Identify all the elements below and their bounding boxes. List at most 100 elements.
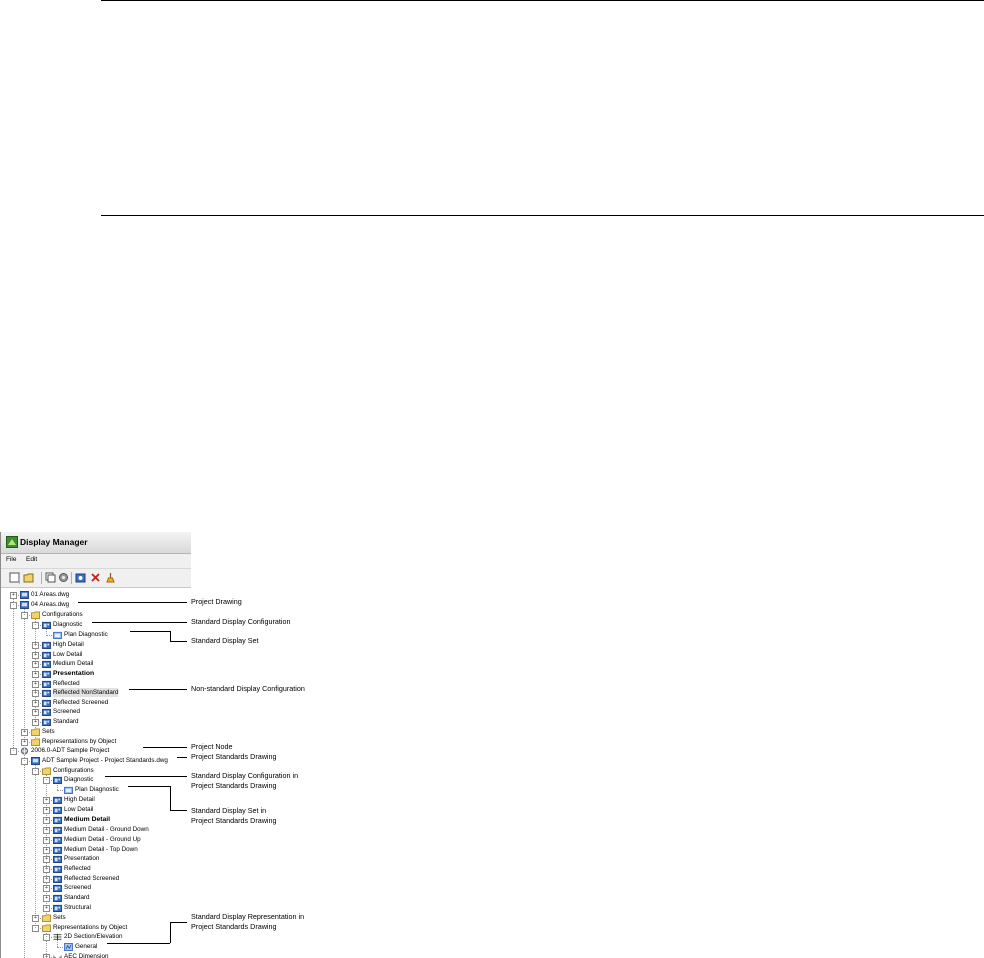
expand-icon[interactable]: +	[32, 690, 39, 697]
tree-node[interactable]: - ADT Sample Project - Project Standards.…	[1, 756, 191, 766]
project-icon	[20, 747, 29, 755]
config-icon	[53, 865, 62, 873]
expand-icon[interactable]: +	[43, 954, 50, 958]
tree-connector	[46, 635, 52, 636]
collapse-icon[interactable]: -	[21, 612, 28, 619]
expand-icon[interactable]: +	[32, 671, 39, 678]
expand-icon[interactable]: +	[32, 652, 39, 659]
tree-node[interactable]: + High Detail	[1, 640, 191, 650]
tree-node-label: Sets	[53, 914, 66, 921]
expand-icon[interactable]: +	[43, 797, 50, 804]
callout-leader	[177, 757, 187, 758]
expand-icon[interactable]: +	[32, 915, 39, 922]
tree-node-label: Screened	[53, 708, 80, 715]
config-icon	[53, 816, 62, 824]
tree-node-label: Diagnostic	[53, 621, 83, 628]
folder-icon	[31, 611, 40, 619]
expand-icon[interactable]: +	[43, 817, 50, 824]
tree-node[interactable]: + Standard	[1, 893, 191, 903]
tree-node[interactable]: + Screened	[1, 707, 191, 717]
tree-node-label: Standard	[53, 718, 79, 725]
set-icon	[64, 786, 73, 794]
tree-node-label: 2006.0-ADT Sample Project	[31, 747, 110, 754]
tree-node-label: Plan Diagnostic	[75, 786, 119, 793]
expand-icon[interactable]: +	[43, 837, 50, 844]
tree-node-label: Configurations	[53, 767, 94, 774]
tree-node[interactable]: - 2D Section/Elevation	[1, 932, 191, 942]
config-icon	[53, 846, 62, 854]
tree-node[interactable]: + Structural	[1, 903, 191, 913]
collapse-icon[interactable]: -	[10, 602, 17, 609]
tree-node[interactable]: + Medium Detail - Ground Down	[1, 825, 191, 835]
tree-node-label: AEC Dimension	[64, 953, 109, 958]
config-icon	[53, 904, 62, 912]
config-icon	[42, 651, 51, 659]
tree-node[interactable]: + High Detail	[1, 795, 191, 805]
tree-node[interactable]: + Medium Detail	[1, 659, 191, 669]
tree-node[interactable]: + Sets	[1, 727, 191, 737]
folder-icon	[31, 728, 40, 736]
callout-std-display-config: Standard Display Configuration	[191, 617, 291, 626]
expand-icon[interactable]: +	[43, 905, 50, 912]
expand-icon[interactable]: +	[21, 729, 28, 736]
collapse-icon[interactable]: -	[43, 934, 50, 941]
expand-icon[interactable]: +	[43, 807, 50, 814]
expand-icon[interactable]: +	[43, 885, 50, 892]
drawing-icon	[31, 757, 40, 765]
tree-node[interactable]: + Standard	[1, 717, 191, 727]
expand-icon[interactable]: +	[43, 847, 50, 854]
tree-node-label: Reflected NonStandard	[53, 688, 119, 697]
expand-icon[interactable]: +	[32, 661, 39, 668]
collapse-icon[interactable]: -	[10, 748, 17, 755]
expand-icon[interactable]: +	[32, 719, 39, 726]
expand-icon[interactable]: +	[43, 895, 50, 902]
folder-icon	[42, 914, 51, 922]
section-icon	[53, 933, 62, 941]
collapse-icon[interactable]: -	[32, 768, 39, 775]
config-icon	[53, 826, 62, 834]
tree-node[interactable]: + Sets	[1, 913, 191, 923]
tree-node[interactable]: + Presentation	[1, 669, 191, 679]
callout-leader	[105, 776, 187, 777]
tree-node-label: Reflected Screened	[64, 875, 120, 882]
tree-node[interactable]: + Low Detail	[1, 805, 191, 815]
rep-icon	[64, 943, 73, 951]
config-icon	[42, 641, 51, 649]
expand-icon[interactable]: +	[10, 592, 17, 599]
tree-node[interactable]: + Medium Detail	[1, 815, 191, 825]
tree-node-label: Standard	[64, 894, 90, 901]
tree-node[interactable]: - Configurations	[1, 610, 191, 620]
tree-node-label: 2D Section/Elevation	[64, 933, 123, 940]
callout-std-config-in-psd: Standard Display Configuration in	[191, 771, 299, 780]
tree-node[interactable]: +01 Areas.dwg	[1, 590, 191, 600]
drawing-icon	[20, 601, 29, 609]
tree-node[interactable]: + Presentation	[1, 854, 191, 864]
tree-node[interactable]: + Screened	[1, 883, 191, 893]
tree-node[interactable]: + AEC Dimension	[1, 952, 191, 958]
expand-icon[interactable]: +	[43, 866, 50, 873]
collapse-icon[interactable]: -	[32, 622, 39, 629]
tree-node-label: Reflected	[53, 680, 80, 687]
tree-node-label: Presentation	[64, 855, 100, 862]
expand-icon[interactable]: +	[32, 681, 39, 688]
expand-icon[interactable]: +	[32, 642, 39, 649]
tree-node-label: Reflected Screened	[53, 699, 109, 706]
expand-icon[interactable]: +	[43, 856, 50, 863]
collapse-icon[interactable]: -	[21, 758, 28, 765]
tree-node[interactable]: + Medium Detail - Ground Up	[1, 835, 191, 845]
expand-icon[interactable]: +	[43, 876, 50, 883]
tree-node-label: Sets	[42, 728, 55, 735]
expand-icon[interactable]: +	[21, 739, 28, 746]
callout-std-set-in-psd: Standard Display Set in	[191, 806, 267, 815]
config-icon	[42, 699, 51, 707]
config-icon	[42, 621, 51, 629]
collapse-icon[interactable]: -	[32, 925, 39, 932]
expand-icon[interactable]: +	[32, 709, 39, 716]
folder-icon	[42, 767, 51, 775]
collapse-icon[interactable]: -	[43, 777, 50, 784]
expand-icon[interactable]: +	[43, 827, 50, 834]
callout-leader	[143, 747, 187, 748]
tree-node-label: Plan Diagnostic	[64, 631, 108, 638]
expand-icon[interactable]: +	[32, 700, 39, 707]
tree-node[interactable]: + Reflected	[1, 864, 191, 874]
